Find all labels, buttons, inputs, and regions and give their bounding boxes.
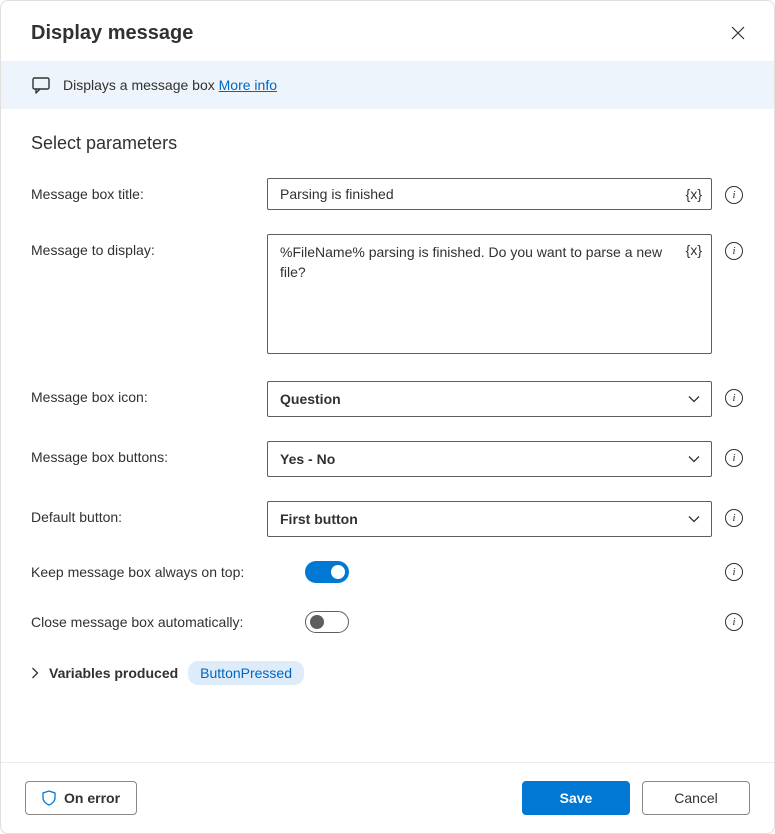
description-banner: Displays a message box More info xyxy=(1,61,774,109)
info-icon[interactable]: i xyxy=(725,563,743,581)
buttons-select[interactable]: Yes - No xyxy=(267,441,712,477)
autoclose-label: Close message box automatically: xyxy=(31,614,293,630)
title-input[interactable] xyxy=(267,178,712,210)
message-label: Message to display: xyxy=(31,234,255,258)
dialog-footer: On error Save Cancel xyxy=(1,762,774,833)
info-icon[interactable]: i xyxy=(725,509,743,527)
variables-produced-label: Variables produced xyxy=(49,665,178,681)
close-icon xyxy=(731,26,745,40)
insert-variable-button[interactable]: {x} xyxy=(686,242,702,258)
shield-icon xyxy=(42,790,56,806)
save-button[interactable]: Save xyxy=(522,781,630,815)
message-textarea[interactable]: %FileName% parsing is finished. Do you w… xyxy=(267,234,712,354)
info-icon[interactable]: i xyxy=(725,449,743,467)
ontop-label: Keep message box always on top: xyxy=(31,564,293,580)
banner-text: Displays a message box xyxy=(63,77,219,93)
ontop-toggle[interactable] xyxy=(305,561,349,583)
title-label: Message box title: xyxy=(31,178,255,202)
more-info-link[interactable]: More info xyxy=(219,77,277,93)
info-icon[interactable]: i xyxy=(725,186,743,204)
close-button[interactable] xyxy=(726,21,750,45)
section-title: Select parameters xyxy=(31,133,744,154)
message-box-icon xyxy=(31,75,51,95)
autoclose-toggle[interactable] xyxy=(305,611,349,633)
icon-select[interactable]: Question xyxy=(267,381,712,417)
dialog-header: Display message xyxy=(1,1,774,61)
info-icon[interactable]: i xyxy=(725,613,743,631)
buttons-label: Message box buttons: xyxy=(31,441,255,465)
info-icon[interactable]: i xyxy=(725,389,743,407)
dialog-content: Select parameters Message box title: {x}… xyxy=(1,109,774,762)
variable-badge[interactable]: ButtonPressed xyxy=(188,661,304,685)
default-select[interactable]: First button xyxy=(267,501,712,537)
chevron-right-icon[interactable] xyxy=(31,667,39,679)
insert-variable-button[interactable]: {x} xyxy=(686,186,702,202)
icon-label: Message box icon: xyxy=(31,381,255,405)
dialog-title: Display message xyxy=(31,22,193,45)
on-error-button[interactable]: On error xyxy=(25,781,137,815)
display-message-dialog: Display message Displays a message box M… xyxy=(0,0,775,834)
variables-produced-row: Variables produced ButtonPressed xyxy=(31,661,744,685)
default-label: Default button: xyxy=(31,501,255,525)
info-icon[interactable]: i xyxy=(725,242,743,260)
cancel-button[interactable]: Cancel xyxy=(642,781,750,815)
